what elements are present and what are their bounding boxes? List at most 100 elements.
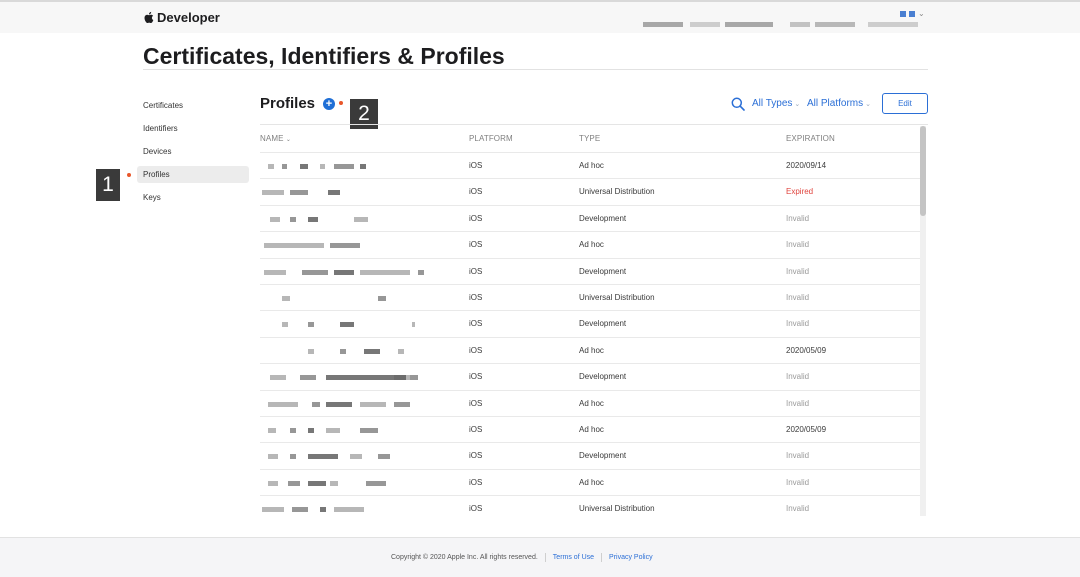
chevron-down-icon: ⌄ [285, 137, 291, 143]
redacted-account-name [790, 22, 810, 27]
table-row[interactable]: iOS Development Invalid [260, 257, 920, 284]
annotation-dot-1 [127, 173, 131, 177]
cell-platform: iOS [469, 292, 483, 302]
edit-button[interactable]: Edit [882, 93, 928, 114]
redacted-profile-name [260, 206, 450, 231]
chevron-down-icon: ⌄ [918, 9, 925, 18]
brand-label: Developer [157, 10, 220, 25]
annotation-callout-1: 1 [96, 169, 120, 201]
cell-expiration: 2020/05/09 [786, 345, 827, 355]
cell-type: Ad hoc [579, 424, 604, 434]
cell-expiration: Invalid [786, 398, 810, 408]
redacted-profile-name [260, 153, 450, 178]
cell-type: Development [579, 372, 627, 382]
cell-platform: iOS [469, 213, 483, 223]
table-row[interactable]: iOS Universal Distribution Expired [260, 178, 920, 204]
top-nav-bar: Developer ⌄ [0, 0, 1080, 33]
table-row[interactable]: iOS Development Invalid [260, 363, 920, 389]
cell-type: Ad hoc [579, 161, 604, 170]
cell-expiration: Invalid [786, 266, 810, 276]
redacted-account-name [725, 22, 773, 27]
sidebar-item-certificates[interactable]: Certificates [137, 97, 249, 114]
scrollbar-thumb[interactable] [920, 126, 926, 216]
filter-types-label: All Types [752, 98, 793, 109]
plus-circle-icon[interactable]: + [323, 98, 335, 110]
table-row[interactable]: iOS Ad hoc 2020/05/09 [260, 415, 920, 442]
header-divider [260, 124, 928, 125]
sidebar-item-keys[interactable]: Keys [137, 189, 249, 206]
cell-type: Ad hoc [579, 398, 604, 408]
redacted-profile-name [260, 443, 450, 468]
table-row[interactable]: iOS Ad hoc 2020/09/14 [260, 152, 920, 178]
table-scrollbar[interactable] [920, 126, 926, 516]
cell-type: Development [579, 451, 627, 461]
privacy-policy-link[interactable]: Privacy Policy [609, 554, 653, 561]
footer: Copyright © 2020 Apple Inc. All rights r… [0, 537, 1080, 577]
section-heading: Profiles [260, 95, 316, 112]
table-row[interactable]: iOS Universal Distribution Invalid [260, 283, 920, 310]
cell-type: Universal Distribution [579, 292, 655, 302]
developer-brand[interactable]: Developer [143, 10, 220, 25]
search-icon[interactable] [731, 97, 745, 111]
redacted-profile-name [260, 391, 450, 416]
copyright-text: Copyright © 2020 Apple Inc. All rights r… [391, 554, 538, 561]
redacted-account-name [643, 22, 683, 27]
team-icon [900, 11, 906, 17]
column-header-expiration[interactable]: EXPIRATION [786, 126, 835, 152]
sidebar-item-devices[interactable]: Devices [137, 143, 249, 160]
table-row[interactable]: iOS Ad hoc 2020/05/09 [260, 336, 920, 363]
column-header-platform[interactable]: PLATFORM [469, 126, 513, 152]
cell-platform: iOS [469, 477, 483, 487]
cell-type: Universal Distribution [579, 187, 655, 197]
redacted-profile-name [260, 285, 450, 310]
cell-expiration: Invalid [786, 292, 810, 302]
title-divider [143, 69, 928, 70]
filter-types-dropdown[interactable]: All Types ⌄ [752, 98, 800, 109]
footer-divider [544, 553, 546, 562]
cell-platform: iOS [469, 240, 483, 250]
table-row[interactable]: iOS Universal Distribution Invalid [260, 495, 920, 517]
table-row[interactable]: iOS Development Invalid [260, 442, 920, 468]
cell-platform: iOS [469, 187, 483, 197]
table-row[interactable]: iOS Ad hoc Invalid [260, 468, 920, 495]
column-header-name[interactable]: NAME ⌄ [260, 126, 291, 153]
table-row[interactable]: iOS Ad hoc Invalid [260, 389, 920, 416]
chevron-down-icon: ⌄ [865, 101, 871, 108]
terms-of-use-link[interactable]: Terms of Use [553, 554, 594, 561]
profiles-table: NAME ⌄ PLATFORM TYPE EXPIRATION iOS Ad ho… [260, 126, 920, 517]
account-menu[interactable]: ⌄ [900, 9, 925, 18]
page-title: Certificates, Identifiers & Profiles [143, 43, 505, 69]
cell-platform: iOS [469, 424, 483, 434]
cell-expiration: Invalid [786, 451, 810, 461]
redacted-account-name [690, 22, 720, 27]
apple-logo-icon [144, 11, 154, 23]
cell-expiration: Invalid [786, 477, 810, 487]
column-header-type[interactable]: TYPE [579, 126, 600, 152]
table-header: NAME ⌄ PLATFORM TYPE EXPIRATION [260, 126, 920, 152]
sidebar: Certificates Identifiers Devices Profile… [137, 97, 249, 212]
cell-type: Development [579, 319, 627, 329]
cell-type: Development [579, 213, 627, 223]
redacted-profile-name [260, 496, 450, 517]
cell-platform: iOS [469, 345, 483, 355]
footer-divider [601, 553, 603, 562]
cell-expiration: Expired [786, 187, 814, 197]
table-row[interactable]: iOS Development Invalid [260, 204, 920, 231]
cell-type: Ad hoc [579, 345, 604, 355]
cell-type: Universal Distribution [579, 504, 655, 514]
table-row[interactable]: iOS Development Invalid [260, 310, 920, 336]
cell-expiration: 2020/05/09 [786, 424, 827, 434]
redacted-account-name [815, 22, 855, 27]
team-icon [909, 11, 915, 17]
chevron-down-icon: ⌄ [794, 101, 801, 108]
cell-platform: iOS [469, 504, 483, 514]
filter-platforms-dropdown[interactable]: All Platforms ⌄ [807, 98, 871, 109]
cell-expiration: Invalid [786, 504, 810, 514]
sidebar-item-identifiers[interactable]: Identifiers [137, 120, 249, 137]
sidebar-item-profiles[interactable]: Profiles [137, 166, 249, 183]
table-row[interactable]: iOS Ad hoc Invalid [260, 231, 920, 257]
annotation-dot-2 [339, 101, 343, 105]
redacted-profile-name [260, 364, 450, 389]
table-body: iOS Ad hoc 2020/09/14 iOS Universal Distribu… [260, 152, 920, 517]
redacted-profile-name [260, 417, 450, 442]
